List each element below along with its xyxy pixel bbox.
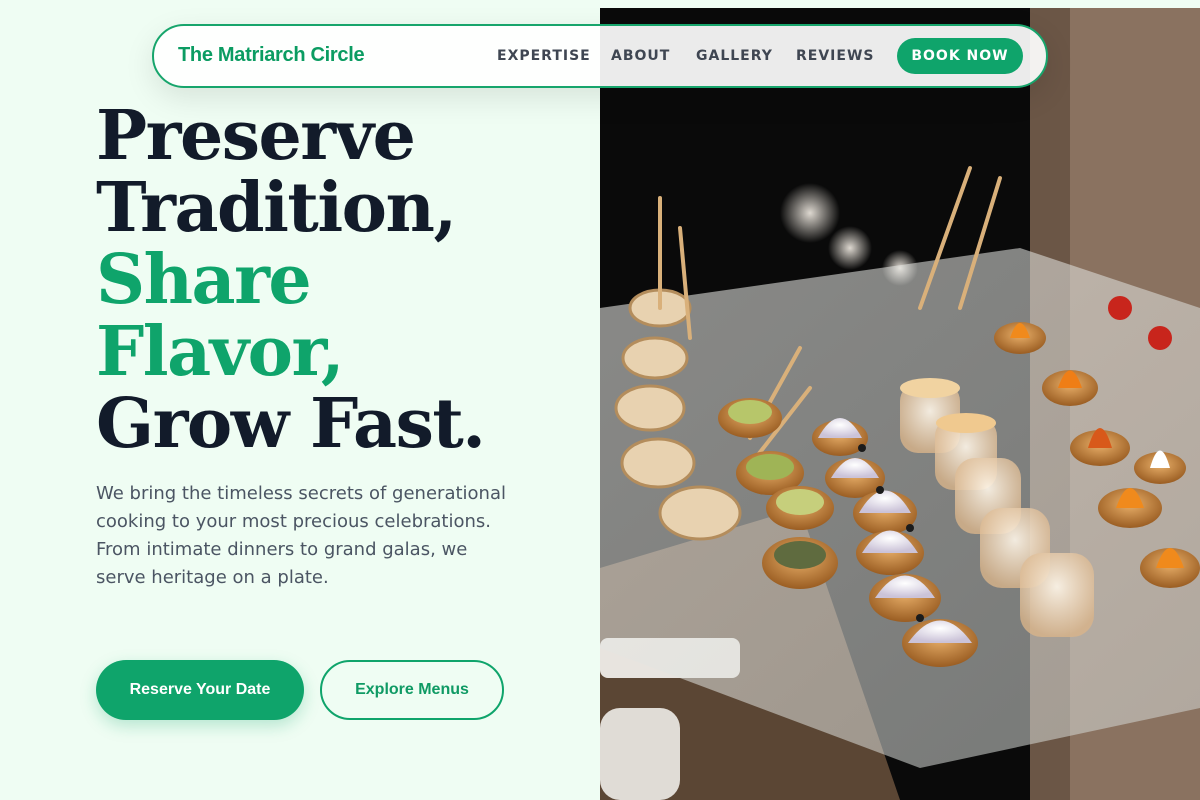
headline-line-4: Flavor, [96,312,345,392]
book-now-button[interactable]: BOOK NOW [897,38,1023,74]
headline-line-3: Share [96,240,312,320]
headline-line-1: Preserve [96,96,416,176]
headline-line-2: Tradition, [96,168,457,248]
hero-description: We bring the timeless secrets of generat… [96,483,506,588]
reserve-date-button[interactable]: Reserve Your Date [96,660,304,720]
hero-food-photo [600,8,1200,800]
hero-section: Preserve Tradition, Share Flavor, Grow F… [0,0,600,800]
nav-link-expertise[interactable]: EXPERTISE [497,48,591,64]
nav-link-gallery[interactable]: GALLERY [696,48,773,64]
top-navbar: The Matriarch Circle EXPERTISE ABOUT GAL… [152,24,1048,88]
headline-line-5: Grow Fast. [96,384,486,464]
nav-link-reviews[interactable]: REVIEWS [796,48,874,64]
nav-link-about[interactable]: ABOUT [611,48,670,64]
explore-menus-button[interactable]: Explore Menus [320,660,504,720]
brand-logo[interactable]: The Matriarch Circle [178,44,365,67]
hero-headline: Preserve Tradition, Share Flavor, Grow F… [96,96,486,464]
